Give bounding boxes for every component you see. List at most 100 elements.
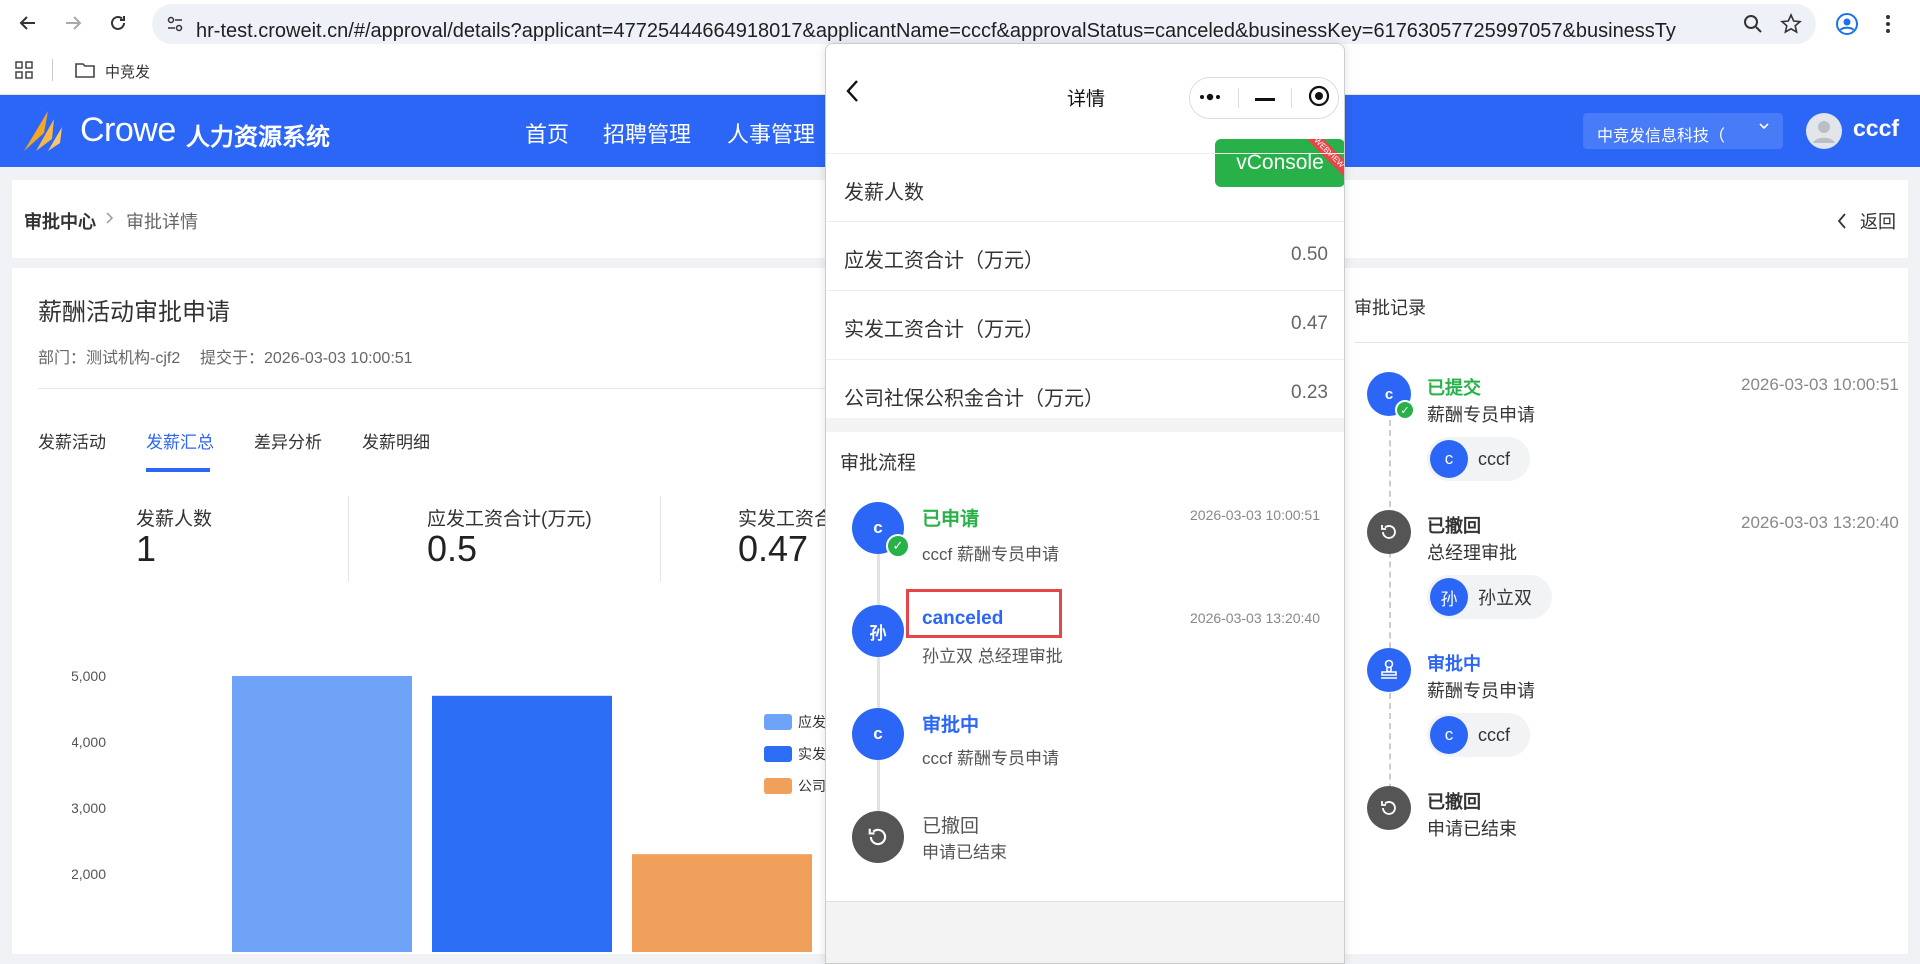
summary-row: 发薪人数 [826,153,1344,222]
tab-payroll-summary[interactable]: 发薪汇总 [146,428,214,453]
company-select[interactable]: 中竞发信息科技（ [1583,113,1783,149]
summary-row: 应发工资合计（万元） 0.50 [826,222,1344,291]
flow-status: 已申请 [922,509,980,530]
user-avatar[interactable] [1806,113,1842,149]
record-status: 审批中 [1427,654,1481,674]
approver-avatar: c [1430,440,1468,478]
flow-desc: 申请已结束 [922,843,1007,862]
summary-row-value: 0.47 [1291,313,1328,334]
y-tick-label: 2,000 [72,866,106,882]
flow-avatar: 孙 [852,605,904,657]
chevron-down-icon [1757,119,1771,138]
flow-desc: 孙立双 总经理审批 [922,647,1063,666]
chart-bar[interactable] [432,695,612,952]
legend-label: 实发 [798,746,826,762]
record-desc: 薪酬专员申请 [1427,681,1535,701]
record-status: 已提交 [1427,378,1481,398]
url-text: hr-test.croweit.cn/#/approval/details?ap… [196,20,1676,42]
back-button[interactable]: 返回 [1836,208,1896,235]
site-info-icon[interactable] [166,15,184,38]
bookmark-divider [52,59,53,81]
record-approver-chip: 孙 孙立双 [1427,575,1552,619]
breadcrumb-root[interactable]: 审批中心 [24,208,96,234]
tab-payroll-detail[interactable]: 发薪明细 [362,428,430,453]
zoom-icon[interactable] [1742,13,1764,40]
menu-personnel[interactable]: 人事管理 [727,117,815,149]
mobile-bottom-area [826,901,1344,963]
tab-payroll-activity[interactable]: 发薪活动 [38,428,106,453]
stat-separator [348,496,349,582]
forward-arrow-icon[interactable] [59,9,87,37]
record-status: 已撤回 [1427,516,1481,536]
summary-row-value: 0.50 [1291,244,1328,265]
apps-grid-icon[interactable] [15,61,33,84]
menu-home[interactable]: 首页 [525,117,569,149]
record-approver-chip: c cccf [1427,713,1531,757]
mobile-preview-window: 详情 vConsole WEBVIEW 发薪人数 应发工资合计（万元） 0.50… [825,43,1345,964]
records-divider [1354,342,1908,343]
record-desc: 申请已结束 [1427,819,1517,839]
legend-swatch[interactable] [764,778,792,794]
chevron-right-icon [104,211,116,230]
legend-swatch[interactable] [764,714,792,730]
record-time: 2026-03-03 10:00:51 [1741,375,1899,394]
summary-row-label: 发薪人数 [844,182,924,204]
flow-desc: cccf 薪酬专员申请 [922,545,1059,564]
legend-swatch[interactable] [764,746,792,762]
section-gap [826,418,1344,432]
folder-icon[interactable] [74,60,96,85]
summary-row-value: 0.23 [1291,382,1328,403]
summary-row-label: 公司社保公积金合计（万元） [844,388,1104,410]
flow-avatar: c [852,708,904,760]
summary-row-label: 应发工资合计（万元） [844,250,1044,272]
stamp-icon [1367,648,1411,692]
menu-recruitment[interactable]: 招聘管理 [603,117,691,149]
stat-separator [660,496,661,582]
check-icon: ✓ [886,534,910,558]
stat-value-headcount: 1 [136,528,157,569]
user-name[interactable]: cccf [1853,115,1899,142]
chart-bar[interactable] [232,676,412,952]
summary-row: 实发工资合计（万元） 0.47 [826,291,1344,360]
y-tick-label: 4,000 [72,734,106,750]
records-timeline-line [1389,420,1391,810]
system-name: 人力资源系统 [186,124,330,151]
records-title: 审批记录 [1354,298,1426,318]
mini-program-capsule [1189,77,1339,119]
minimize-icon[interactable] [1255,89,1275,107]
active-tab-indicator [146,468,210,472]
more-dots-icon[interactable] [1198,89,1222,107]
back-arrow-icon[interactable] [14,9,42,37]
crowe-logo-icon [22,109,72,158]
record-approver-chip: c cccf [1427,437,1531,481]
tab-variance-analysis[interactable]: 差异分析 [254,428,322,453]
submitted-meta: 提交于：2026-03-03 10:00:51 [200,350,413,367]
close-target-icon[interactable] [1308,85,1330,112]
profile-icon[interactable] [1835,12,1859,41]
reload-icon[interactable] [104,9,132,37]
stat-value-gross: 0.5 [427,528,478,569]
bookmark-star-icon[interactable] [1780,13,1802,40]
y-tick-label: 5,000 [72,668,106,684]
y-tick-label: 3,000 [72,800,106,816]
company-select-value: 中竞发信息科技（ [1597,128,1726,145]
approver-name: cccf [1478,448,1511,469]
legend-label: 应发 [798,714,826,730]
approver-name: cccf [1478,724,1511,745]
chart-bar[interactable] [632,854,812,952]
check-icon: ✓ [1395,400,1415,420]
record-time: 2026-03-03 13:20:40 [1741,513,1899,532]
stat-label-headcount: 发薪人数 [136,509,213,530]
payroll-bar-chart: 5,000 4,000 3,000 2,000 应发实发公司 [72,668,826,952]
legend-label: 公司 [798,778,826,794]
mobile-nav-bar: 详情 [826,44,1344,140]
record-status: 已撤回 [1427,792,1481,812]
stat-value-net: 0.47 [738,528,809,569]
bookmark-folder-label[interactable]: 中竞发 [105,61,150,82]
flow-timeline-line [877,554,880,854]
more-menu-icon[interactable] [1884,12,1892,41]
flow-status: 审批中 [922,715,980,736]
revoke-icon [852,811,904,863]
flow-desc: cccf 薪酬专员申请 [922,749,1059,768]
address-bar[interactable]: hr-test.croweit.cn/#/approval/details?ap… [152,4,1816,44]
